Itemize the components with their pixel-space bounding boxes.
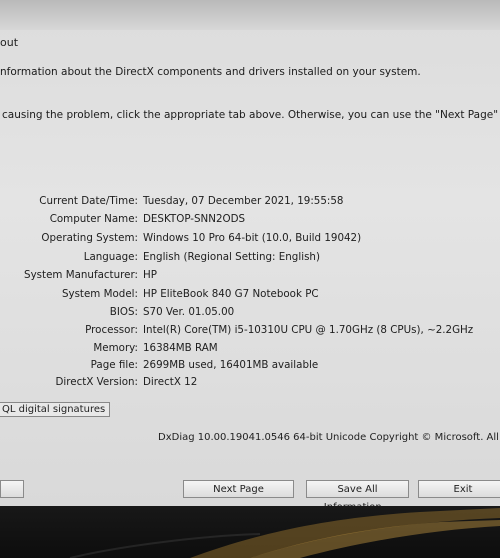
value-system-manufacturer: HP [143, 269, 157, 281]
save-all-information-button[interactable]: Save All Information... [306, 480, 409, 506]
value-system-model: HP EliteBook 840 G7 Notebook PC [143, 288, 319, 300]
intro-text: nformation about the DirectX components … [0, 66, 421, 78]
label-computer-name: Computer Name: [49, 213, 138, 225]
value-memory: 16384MB RAM [143, 342, 218, 354]
section-heading: out [0, 36, 19, 49]
wallpaper-reflection [69, 508, 500, 558]
next-page-button[interactable]: Next Page [183, 480, 294, 498]
value-directx-version: DirectX 12 [143, 376, 198, 388]
value-current-date: Tuesday, 07 December 2021, 19:55:58 [143, 195, 344, 207]
label-page-file: Page file: [90, 359, 138, 371]
label-operating-system: Operating System: [41, 232, 138, 244]
label-bios: BIOS: [109, 306, 138, 318]
version-copyright-text: DxDiag 10.00.19041.0546 64-bit Unicode C… [158, 432, 500, 443]
label-current-date: Current Date/Time: [39, 195, 138, 207]
label-system-model: System Model: [61, 288, 138, 300]
dxdiag-window: out nformation about the DirectX compone… [0, 0, 500, 506]
label-processor: Processor: [85, 324, 138, 336]
label-language: Language: [83, 251, 138, 263]
value-operating-system: Windows 10 Pro 64-bit (10.0, Build 19042… [143, 232, 362, 244]
whql-signatures-checkbox[interactable]: QL digital signatures [0, 402, 111, 417]
value-bios: S70 Ver. 01.05.00 [143, 306, 235, 318]
label-system-manufacturer: System Manufacturer: [24, 269, 138, 281]
label-memory: Memory: [93, 342, 138, 354]
laptop-bezel [0, 506, 500, 558]
value-page-file: 2699MB used, 16401MB available [143, 359, 319, 371]
value-language: English (Regional Setting: English) [143, 251, 320, 263]
value-computer-name: DESKTOP-SNN2ODS [143, 213, 246, 225]
help-button[interactable] [0, 480, 24, 498]
help-text: causing the problem, click the appropria… [2, 109, 500, 121]
exit-button[interactable]: Exit [418, 480, 500, 498]
value-processor: Intel(R) Core(TM) i5-10310U CPU @ 1.70GH… [143, 324, 474, 336]
label-directx-version: DirectX Version: [55, 376, 139, 388]
